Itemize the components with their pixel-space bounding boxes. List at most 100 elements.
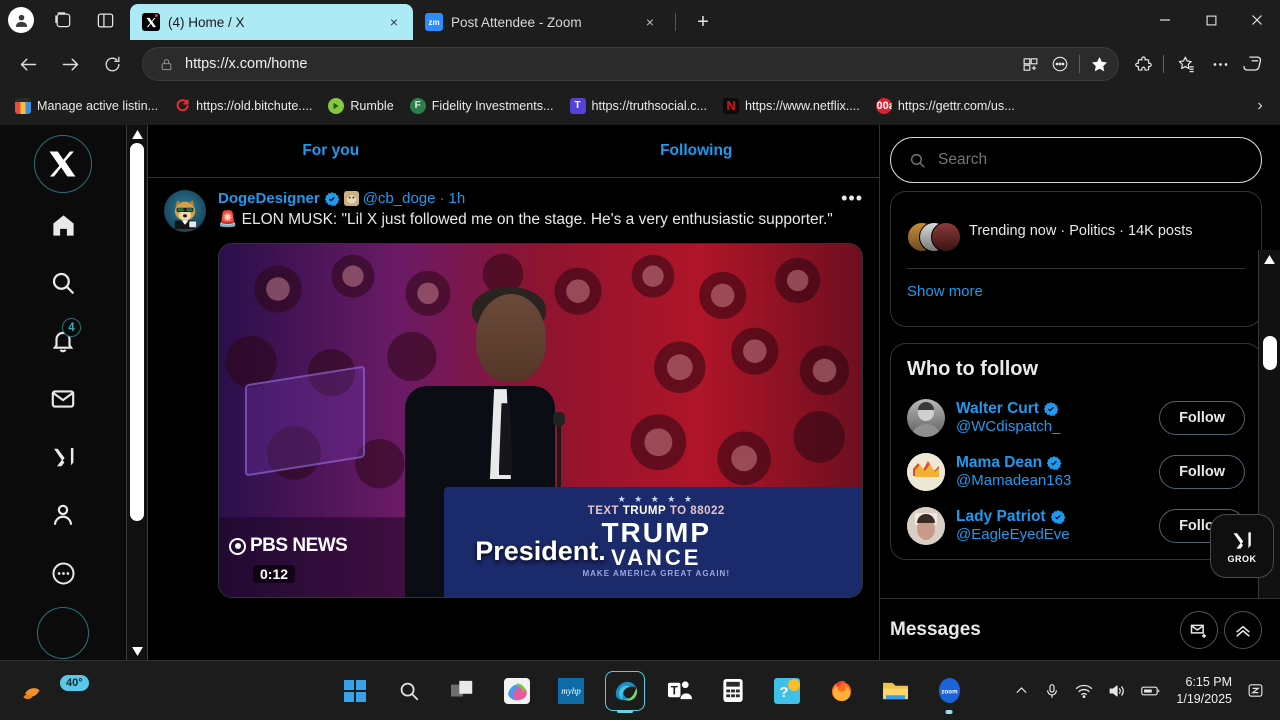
bookmark-item[interactable]: Manage active listin... [8, 95, 165, 117]
bookmark-label: Manage active listin... [37, 98, 159, 113]
bookmark-item[interactable]: Rumble [321, 95, 400, 117]
avatar[interactable] [164, 190, 206, 232]
clock[interactable]: 6:15 PM 1/19/2025 [1176, 674, 1232, 708]
search-input[interactable]: Search [890, 137, 1262, 183]
sidebar-item-messages[interactable] [37, 373, 89, 425]
sidebar-item-more[interactable] [37, 547, 89, 599]
copilot-button[interactable] [497, 671, 537, 711]
sidebar-item-profile[interactable] [37, 489, 89, 541]
grok-floating-button[interactable]: GROK [1210, 514, 1274, 578]
follow-button[interactable]: Follow [1159, 455, 1245, 489]
edge-button[interactable] [605, 670, 646, 713]
tweet-author-handle[interactable]: @cb_doge [363, 190, 436, 207]
forward-arrow-icon[interactable] [52, 46, 88, 82]
scroll-down-arrow-icon[interactable] [129, 644, 145, 658]
follow-user-name-row: Lady Patriot [956, 508, 1148, 526]
zoom-button[interactable]: zoom [929, 671, 969, 714]
calculator-button[interactable] [713, 671, 753, 711]
bookmark-item[interactable]: T https://truthsocial.c... [563, 95, 715, 117]
scrollbar-thumb[interactable] [1262, 336, 1277, 370]
follow-user-name[interactable]: Walter Curt [956, 400, 1039, 418]
messages-dock[interactable]: Messages [880, 598, 1280, 660]
tab-following[interactable]: Following [514, 125, 880, 177]
bookmarks-overflow-chevron[interactable]: › [1246, 88, 1274, 123]
tweet-media-video[interactable]: ★ ★ ★ ★ ★ TEXT TRUMP TO 88022 TRUMP VANC… [218, 243, 863, 599]
tweet-more-options-icon[interactable]: ••• [841, 188, 863, 209]
teams-button[interactable]: T [659, 671, 699, 711]
copilot-sidebar-icon[interactable] [1238, 48, 1270, 80]
tab-home-x[interactable]: (4) Home / X × [130, 4, 413, 40]
task-view-button[interactable] [443, 671, 483, 711]
show-hidden-icons-chevron[interactable] [1014, 683, 1029, 698]
show-more-link[interactable]: Show more [891, 269, 1261, 300]
myhp-button[interactable]: myhp [551, 671, 591, 711]
clock-time: 6:15 PM [1185, 674, 1232, 689]
reload-icon[interactable] [94, 46, 130, 82]
follow-user-name[interactable]: Lady Patriot [956, 508, 1046, 526]
bookmark-item[interactable]: \u00a1 https://gettr.com/us... [869, 95, 1022, 117]
firefox-button[interactable] [821, 671, 861, 711]
settings-more-icon[interactable] [1204, 48, 1236, 80]
more-circle-icon[interactable] [1045, 50, 1075, 78]
timeline-scrollbar[interactable] [126, 125, 148, 660]
scrollbar-thumb[interactable] [130, 143, 144, 521]
scroll-up-arrow-icon[interactable] [1262, 252, 1278, 266]
avatar[interactable] [907, 507, 945, 545]
avatar[interactable] [907, 453, 945, 491]
taskbar-search-button[interactable] [389, 671, 429, 711]
collections-icon[interactable] [1015, 50, 1045, 78]
favorites-icon[interactable] [1170, 48, 1202, 80]
minimize-button[interactable] [1142, 0, 1188, 40]
tweet-post[interactable]: DogeDesigner @cb_doge · 1h ••• 🚨 ELON MU… [148, 178, 879, 599]
file-explorer-button[interactable] [875, 671, 915, 711]
extensions-icon[interactable] [1127, 48, 1159, 80]
x-logo-icon[interactable] [34, 135, 92, 193]
notifications-bell-icon[interactable] [1247, 682, 1264, 699]
follow-user-handle[interactable]: @Mamadean163 [956, 472, 1071, 489]
address-bar[interactable]: https://x.com/home [142, 47, 1119, 81]
wifi-icon[interactable] [1075, 683, 1093, 699]
tab-post-attendee-zoom[interactable]: zm Post Attendee - Zoom × [413, 4, 669, 40]
split-screen-icon[interactable] [92, 7, 118, 33]
back-arrow-icon[interactable] [10, 46, 46, 82]
sidebar-account-avatar[interactable] [37, 607, 89, 659]
avatar[interactable] [907, 399, 945, 437]
tab-close-icon[interactable]: × [641, 13, 659, 31]
profile-icon[interactable] [8, 7, 34, 33]
tab-for-you[interactable]: For you [148, 125, 514, 177]
favorite-star-icon[interactable] [1084, 50, 1114, 78]
follow-button[interactable]: Follow [1159, 401, 1245, 435]
maximize-button[interactable] [1188, 0, 1234, 40]
follow-user-handle[interactable]: @WCdispatch_ [956, 418, 1060, 435]
scrollbar-track[interactable] [127, 141, 147, 644]
new-message-icon[interactable] [1180, 610, 1218, 649]
new-tab-button[interactable]: + [690, 9, 716, 35]
volume-icon[interactable] [1108, 683, 1126, 699]
follow-user-handle[interactable]: @EagleEyedEve [956, 526, 1070, 543]
trending-item[interactable]: Trending now · Politics · 14K posts [891, 222, 1261, 252]
help-button[interactable]: ? [767, 671, 807, 711]
bookmark-item[interactable]: N https://www.netflix.... [716, 95, 867, 117]
tweet-timestamp[interactable]: 1h [448, 190, 465, 207]
bookmark-item[interactable]: F Fidelity Investments... [403, 95, 561, 117]
sidebar-item-explore[interactable] [37, 257, 89, 309]
sidebar-item-grok[interactable] [37, 431, 89, 483]
close-button[interactable] [1234, 0, 1280, 40]
follow-user-name[interactable]: Mama Dean [956, 454, 1042, 472]
sidebar-item-notifications[interactable]: 4 [37, 315, 89, 367]
expand-chevron-icon[interactable] [1224, 610, 1262, 649]
weather-widget[interactable]: 40° [0, 674, 290, 706]
bookmark-item[interactable]: https://old.bitchute.... [167, 95, 319, 117]
battery-icon[interactable] [1141, 684, 1161, 698]
follow-suggestion-row[interactable]: Walter Curt @WCdispatch_ Follow [891, 391, 1261, 445]
tweet-author-name[interactable]: DogeDesigner [218, 190, 320, 207]
trending-card: Trending now · Politics · 14K posts Show… [890, 191, 1262, 327]
microphone-icon[interactable] [1044, 683, 1060, 699]
scroll-up-arrow-icon[interactable] [129, 127, 145, 141]
tab-close-icon[interactable]: × [385, 13, 403, 31]
copilot-icon[interactable] [50, 7, 76, 33]
sidebar-item-home[interactable] [37, 199, 89, 251]
follow-suggestion-row[interactable]: Lady Patriot @EagleEyedEve Follow [891, 499, 1261, 553]
follow-suggestion-row[interactable]: Mama Dean @Mamadean163 Follow [891, 445, 1261, 499]
start-button[interactable] [335, 671, 375, 711]
